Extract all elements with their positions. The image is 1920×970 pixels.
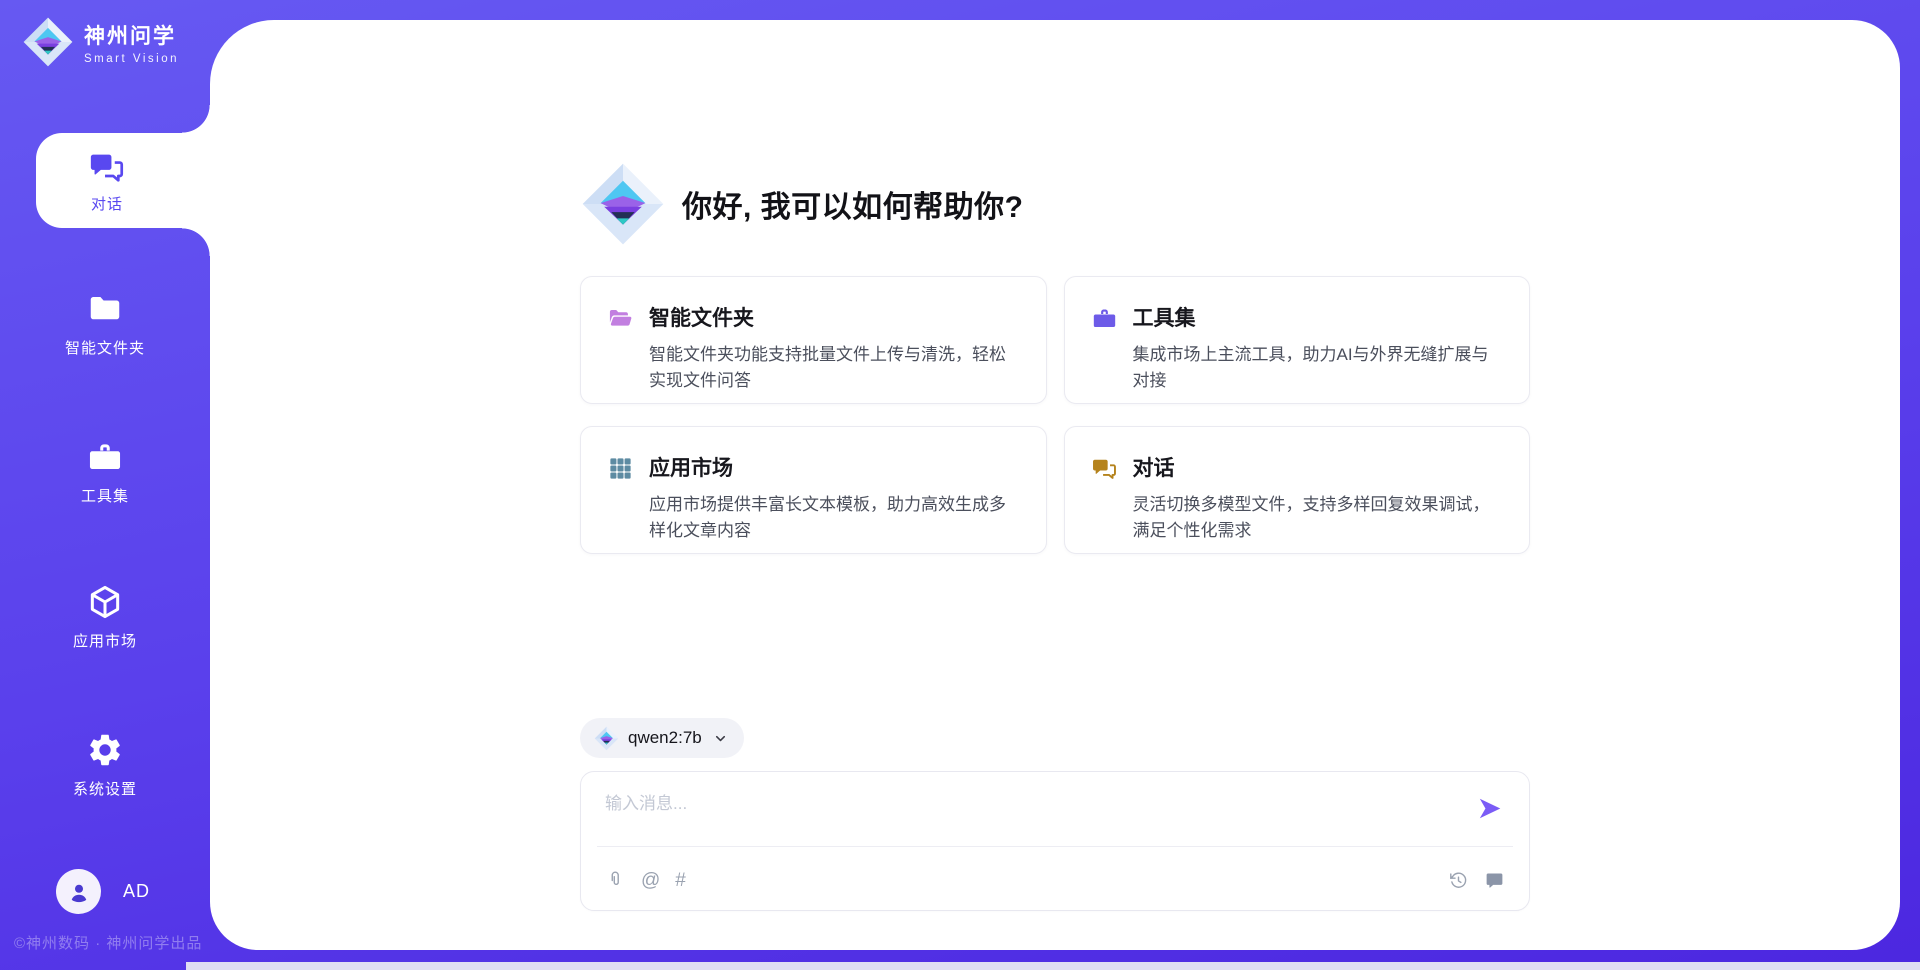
copyright-text: ©神州数码 · 神州问学出品 bbox=[14, 932, 202, 953]
card-title: 应用市场 bbox=[649, 452, 1014, 482]
brand-logo: 神州问学 Smart Vision bbox=[22, 16, 179, 68]
brand-subtitle: Smart Vision bbox=[84, 53, 179, 65]
send-icon bbox=[1476, 795, 1503, 822]
mention-icon[interactable]: @ bbox=[641, 871, 660, 890]
cube-icon bbox=[86, 583, 124, 621]
card-description: 智能文件夹功能支持批量文件上传与清洗，轻松实现文件问答 bbox=[649, 342, 1014, 393]
main-panel: 你好, 我可以如何帮助你? 智能文件夹 智能文件夹功能支持批量文件上传与清洗，轻… bbox=[210, 20, 1900, 950]
assistant-gem-icon bbox=[580, 161, 666, 247]
card-title: 对话 bbox=[1133, 452, 1498, 482]
sidebar-item-chat-active[interactable]: 对话 bbox=[36, 133, 216, 228]
model-name: qwen2:7b bbox=[628, 728, 702, 748]
chat-bubbles-icon bbox=[1091, 455, 1118, 482]
card-body: 工具集 集成市场上主流工具，助力AI与外界无缝扩展与对接 bbox=[1133, 302, 1498, 393]
user-account[interactable]: AD bbox=[56, 869, 150, 914]
sidebar-item-toolset[interactable]: 工具集 bbox=[0, 438, 210, 506]
model-gem-icon bbox=[594, 726, 619, 751]
folder-icon bbox=[86, 290, 124, 328]
card-body: 智能文件夹 智能文件夹功能支持批量文件上传与清洗，轻松实现文件问答 bbox=[649, 302, 1014, 393]
brand-gem-icon bbox=[22, 16, 74, 68]
card-body: 应用市场 应用市场提供丰富长文本模板，助力高效生成多样化文章内容 bbox=[649, 452, 1014, 543]
brand-text: 神州问学 Smart Vision bbox=[84, 20, 179, 65]
toolbox-icon bbox=[1091, 305, 1118, 332]
attachment-icon[interactable] bbox=[605, 870, 626, 891]
card-chat[interactable]: 对话 灵活切换多模型文件，支持多样回复效果调试，满足个性化需求 bbox=[1064, 426, 1531, 554]
brand-title: 神州问学 bbox=[84, 20, 179, 50]
model-selector[interactable]: qwen2:7b bbox=[580, 718, 744, 758]
send-button[interactable] bbox=[1476, 795, 1503, 822]
sidebar-item-settings[interactable]: 系统设置 bbox=[0, 731, 210, 799]
chevron-down-icon bbox=[713, 731, 728, 746]
composer-tools-right bbox=[1448, 870, 1505, 891]
card-app-market[interactable]: 应用市场 应用市场提供丰富长文本模板，助力高效生成多样化文章内容 bbox=[580, 426, 1047, 554]
history-icon[interactable] bbox=[1448, 870, 1469, 891]
sidebar-item-label: 系统设置 bbox=[73, 778, 137, 799]
toolbox-icon bbox=[86, 438, 124, 476]
message-composer: @ # bbox=[580, 771, 1530, 911]
sidebar-item-label: 应用市场 bbox=[73, 630, 137, 651]
greeting-row: 你好, 我可以如何帮助你? bbox=[580, 161, 1530, 247]
card-title: 工具集 bbox=[1133, 302, 1498, 332]
greeting-title: 你好, 我可以如何帮助你? bbox=[682, 182, 1024, 226]
avatar bbox=[56, 869, 101, 914]
sidebar-item-label: 对话 bbox=[91, 193, 123, 214]
sidebar-item-label: 工具集 bbox=[81, 485, 129, 506]
gear-icon bbox=[86, 731, 124, 769]
tab-fillet-bottom bbox=[182, 228, 210, 256]
composer-toolbar: @ # bbox=[605, 862, 1505, 898]
tab-fillet-top bbox=[182, 105, 210, 133]
sidebar-item-app-market[interactable]: 应用市场 bbox=[0, 583, 210, 651]
window-edge-strip bbox=[186, 962, 1920, 970]
composer-area: qwen2:7b @ # bbox=[580, 718, 1530, 911]
hashtag-icon[interactable]: # bbox=[675, 871, 686, 890]
sidebar-item-smart-folder[interactable]: 智能文件夹 bbox=[0, 290, 210, 358]
feature-cards: 智能文件夹 智能文件夹功能支持批量文件上传与清洗，轻松实现文件问答 工具集 集成… bbox=[580, 276, 1530, 554]
card-smart-folder[interactable]: 智能文件夹 智能文件夹功能支持批量文件上传与清洗，轻松实现文件问答 bbox=[580, 276, 1047, 404]
chat-bubbles-icon bbox=[88, 148, 126, 186]
comment-icon[interactable] bbox=[1484, 870, 1505, 891]
card-title: 智能文件夹 bbox=[649, 302, 1014, 332]
composer-divider bbox=[597, 846, 1513, 847]
card-description: 应用市场提供丰富长文本模板，助力高效生成多样化文章内容 bbox=[649, 492, 1014, 543]
card-description: 灵活切换多模型文件，支持多样回复效果调试，满足个性化需求 bbox=[1133, 492, 1498, 543]
card-toolset[interactable]: 工具集 集成市场上主流工具，助力AI与外界无缝扩展与对接 bbox=[1064, 276, 1531, 404]
card-body: 对话 灵活切换多模型文件，支持多样回复效果调试，满足个性化需求 bbox=[1133, 452, 1498, 543]
folder-open-icon bbox=[607, 305, 634, 332]
card-description: 集成市场上主流工具，助力AI与外界无缝扩展与对接 bbox=[1133, 342, 1498, 393]
sidebar-item-label: 智能文件夹 bbox=[65, 337, 145, 358]
grid-icon bbox=[607, 455, 634, 482]
composer-tools-left: @ # bbox=[605, 870, 686, 891]
person-icon bbox=[66, 879, 92, 905]
user-name: AD bbox=[123, 881, 150, 902]
message-input[interactable] bbox=[605, 789, 1445, 839]
